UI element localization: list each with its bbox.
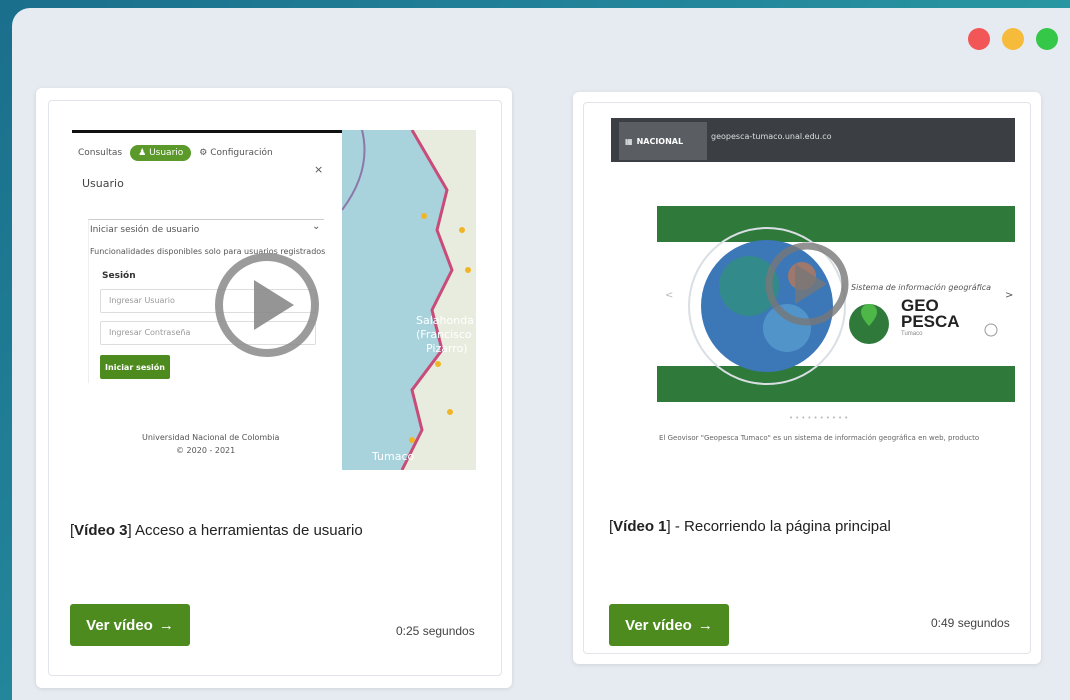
- map-view: Salahonda (Francisco Pizarro) Tumaco: [342, 130, 476, 470]
- video-thumbnail[interactable]: Consultas ♟ Usuario ⚙ Configuración Usua…: [72, 130, 476, 470]
- arrow-right-icon: →: [158, 616, 174, 634]
- close-icon: ×: [314, 163, 324, 176]
- site-url: geopesca-tumaco.unal.edu.co: [711, 132, 832, 141]
- video-duration: 0:25 segundos: [396, 624, 475, 638]
- video-card-3: Consultas ♟ Usuario ⚙ Configuración Usua…: [36, 88, 512, 688]
- user-icon: ♟: [138, 148, 147, 158]
- panel-title: Usuario: [82, 177, 124, 190]
- arrow-right-icon: →: [697, 616, 713, 634]
- footer-university: Universidad Nacional de Colombia: [142, 433, 280, 442]
- tab-configuracion: ⚙ Configuración: [199, 148, 273, 158]
- svg-text:>: >: [1005, 290, 1013, 301]
- maximize-window-dot[interactable]: [1036, 28, 1058, 50]
- window-controls: [968, 28, 1058, 50]
- session-label: Sesión: [102, 271, 136, 281]
- video-thumbnail[interactable]: ▦ NACIONAL geopesca-tumaco.unal.edu.co <: [611, 118, 1015, 462]
- map-label: (Francisco: [416, 328, 472, 341]
- map-label: Salahonda: [416, 314, 474, 327]
- close-window-dot[interactable]: [968, 28, 990, 50]
- banner-caption: Sistema de información geográfica: [851, 283, 992, 292]
- university-logo: ▦ NACIONAL: [619, 122, 707, 160]
- map-label: Pizarro): [426, 342, 468, 355]
- seal-icon: ▦: [625, 136, 633, 146]
- site-description: El Geovisor "Geopesca Tumaco" es un sist…: [659, 434, 980, 442]
- site-header: ▦ NACIONAL geopesca-tumaco.unal.edu.co: [611, 118, 1015, 162]
- tab-consultas: Consultas: [78, 148, 123, 158]
- banner-carousel: < >: [657, 206, 1015, 402]
- watch-video-button[interactable]: Ver vídeo →: [609, 604, 729, 646]
- login-button: Iniciar sesión: [100, 355, 170, 379]
- tab-usuario: ♟ Usuario: [130, 145, 192, 161]
- video-duration: 0:49 segundos: [931, 616, 1010, 630]
- chevron-down-icon: ⌄: [312, 221, 321, 232]
- video-card-1: ▦ NACIONAL geopesca-tumaco.unal.edu.co <: [573, 92, 1041, 664]
- login-section-label: Iniciar sesión de usuario: [90, 225, 200, 235]
- watch-video-button[interactable]: Ver vídeo →: [70, 604, 190, 646]
- gear-icon: ⚙: [199, 148, 208, 158]
- minimize-window-dot[interactable]: [1002, 28, 1024, 50]
- map-label: Tumaco: [371, 450, 415, 463]
- video-title: [Vídeo 1] - Recorriendo la página princi…: [609, 518, 891, 535]
- footer-years: © 2020 - 2021: [176, 446, 236, 455]
- geopesca-logo-text: GEO PESCA Tumaco: [901, 296, 960, 337]
- svg-text:<: <: [665, 290, 673, 301]
- video-title: [Vídeo 3] Acceso a herramientas de usuar…: [70, 522, 363, 539]
- panel-tabbar: Consultas ♟ Usuario ⚙ Configuración: [78, 145, 273, 161]
- browser-window: Consultas ♟ Usuario ⚙ Configuración Usua…: [12, 8, 1070, 700]
- carousel-indicators: ••••••••••: [789, 414, 851, 422]
- play-icon[interactable]: [212, 250, 322, 360]
